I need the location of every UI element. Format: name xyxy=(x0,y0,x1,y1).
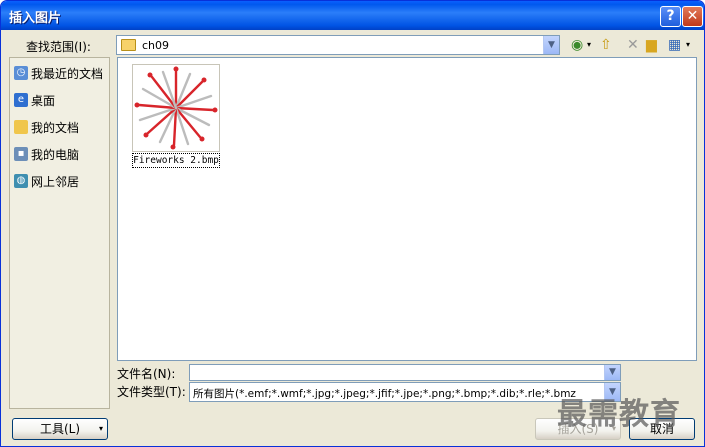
views-icon[interactable]: ▦ xyxy=(668,36,681,54)
place-label: 我的文档 xyxy=(31,120,80,135)
help-button[interactable]: ? xyxy=(660,6,681,27)
chevron-down-icon[interactable]: ▼ xyxy=(543,36,559,54)
place-label: 桌面 xyxy=(31,93,56,108)
look-in-dropdown[interactable]: ch09 ▼ xyxy=(116,35,560,55)
tools-dropdown-icon: ▾ xyxy=(98,424,103,433)
place-network[interactable]: ◍ 网上邻居 xyxy=(14,170,109,192)
window-title: 插入图片 xyxy=(9,11,62,26)
up-folder-icon[interactable]: ⇧ xyxy=(600,36,612,54)
place-my-computer[interactable]: ▪ 我的电脑 xyxy=(14,143,109,165)
look-in-value: ch09 xyxy=(142,39,170,52)
file-thumbnail[interactable] xyxy=(132,64,220,152)
recent-docs-icon: ◷ xyxy=(14,66,28,80)
folder-icon xyxy=(121,39,136,51)
place-label: 网上邻居 xyxy=(31,174,80,189)
title-bar[interactable]: 插入图片 ? ✕ xyxy=(1,1,704,30)
network-icon: ◍ xyxy=(14,174,28,188)
chevron-down-icon[interactable]: ▼ xyxy=(604,365,620,380)
place-recent-documents[interactable]: ◷ 我最近的文档 xyxy=(14,62,109,84)
insert-picture-dialog: 插入图片 ? ✕ 查找范围(I): ch09 ▼ ◉ ▾ ⇧ ✕ ▆ ▦ ▾ ◷… xyxy=(0,0,705,447)
fireworks-image xyxy=(134,66,218,150)
filename-label: 文件名(N): xyxy=(117,367,176,381)
delete-icon[interactable]: ✕ xyxy=(627,36,639,54)
filename-input[interactable]: ▼ xyxy=(189,364,621,381)
new-folder-icon[interactable]: ▆ xyxy=(646,36,657,54)
tools-button[interactable]: 工具(L) ▾ xyxy=(12,418,108,440)
watermark: 最需教育 xyxy=(557,397,681,432)
close-button[interactable]: ✕ xyxy=(682,6,703,27)
place-label: 我的电脑 xyxy=(31,147,80,162)
look-in-label: 查找范围(I): xyxy=(26,40,91,54)
views-dropdown-icon[interactable]: ▾ xyxy=(686,36,690,54)
tools-button-label: 工具(L) xyxy=(39,422,81,436)
place-label: 我最近的文档 xyxy=(31,66,104,81)
filetype-label: 文件类型(T): xyxy=(117,385,186,399)
my-documents-icon xyxy=(14,120,28,134)
places-bar: ◷ 我最近的文档 e 桌面 我的文档 ▪ 我的电脑 ◍ 网上邻居 xyxy=(9,57,110,409)
place-desktop[interactable]: e 桌面 xyxy=(14,89,109,111)
my-computer-icon: ▪ xyxy=(14,147,28,161)
desktop-icon: e xyxy=(14,93,28,107)
filetype-value: 所有图片(*.emf;*.wmf;*.jpg;*.jpeg;*.jfif;*.j… xyxy=(193,388,576,400)
file-name-label[interactable]: Fireworks 2.bmp xyxy=(132,153,220,168)
file-list[interactable]: Fireworks 2.bmp xyxy=(117,57,697,361)
place-my-documents[interactable]: 我的文档 xyxy=(14,116,109,138)
back-icon[interactable]: ◉ xyxy=(571,36,583,54)
back-dropdown-icon[interactable]: ▾ xyxy=(587,36,591,54)
